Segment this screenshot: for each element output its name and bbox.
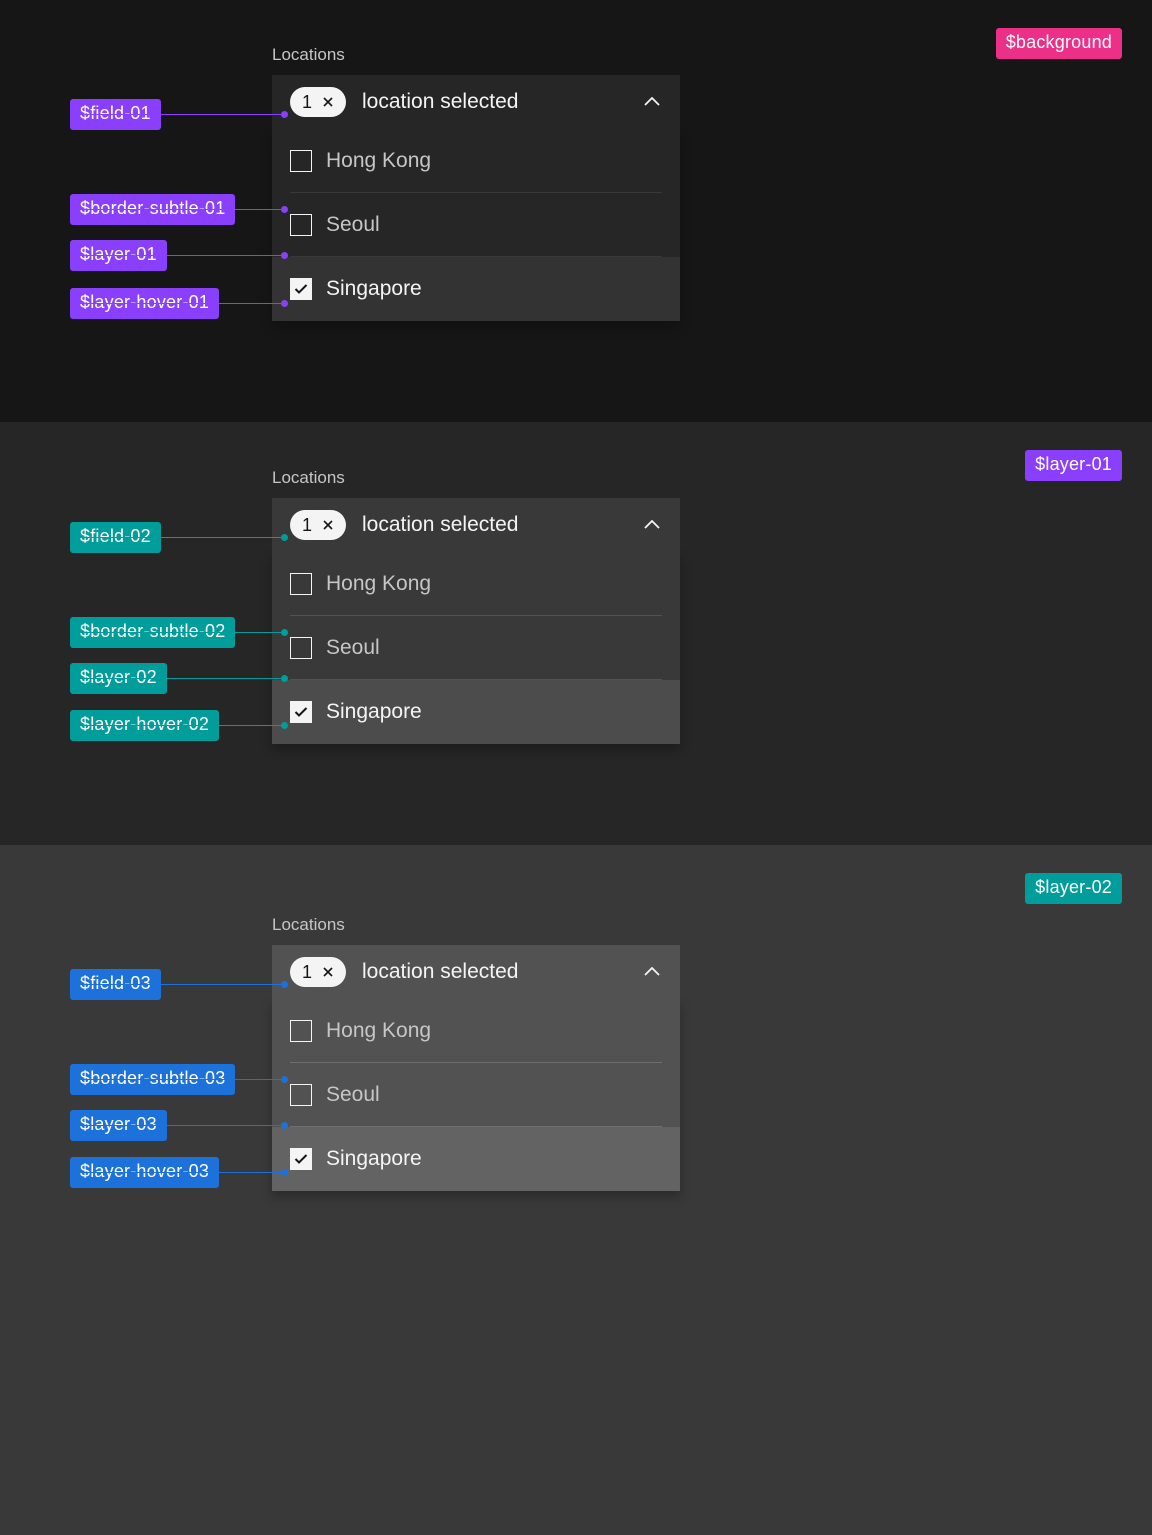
- dropdown-label: Locations: [272, 915, 680, 935]
- list-item-hover[interactable]: Singapore: [272, 257, 680, 321]
- background-token-tag: $background: [996, 28, 1122, 59]
- multiselect-dropdown: Locations 1 location selected Hong Kong …: [272, 915, 680, 1191]
- checkbox-checked-icon[interactable]: [290, 701, 312, 723]
- dropdown-field[interactable]: 1 location selected: [272, 945, 680, 999]
- dot-icon: [281, 981, 288, 988]
- checkbox-checked-icon[interactable]: [290, 1148, 312, 1170]
- list-item[interactable]: Hong Kong: [272, 129, 680, 193]
- dropdown-label: Locations: [272, 468, 680, 488]
- option-label: Seoul: [326, 213, 380, 237]
- dot-icon: [281, 252, 288, 259]
- callout-field: $field-03: [70, 981, 288, 988]
- dot-icon: [281, 1122, 288, 1129]
- option-label: Seoul: [326, 1083, 380, 1107]
- checkbox-icon[interactable]: [290, 1084, 312, 1106]
- close-icon[interactable]: [320, 964, 336, 980]
- close-icon[interactable]: [320, 517, 336, 533]
- selection-count: 1: [302, 962, 312, 983]
- checkbox-icon[interactable]: [290, 214, 312, 236]
- list-item[interactable]: Seoul: [272, 1063, 680, 1127]
- selection-count: 1: [302, 92, 312, 113]
- dot-icon: [281, 675, 288, 682]
- dot-icon: [281, 111, 288, 118]
- dropdown-text: location selected: [362, 90, 642, 114]
- dropdown-text: location selected: [362, 960, 642, 984]
- close-icon[interactable]: [320, 94, 336, 110]
- option-label: Hong Kong: [326, 1019, 431, 1043]
- option-label: Singapore: [326, 277, 422, 301]
- dropdown-text: location selected: [362, 513, 642, 537]
- checkbox-icon[interactable]: [290, 637, 312, 659]
- dropdown-menu: Hong Kong Seoul Singapore: [272, 999, 680, 1191]
- callout-border: $border-subtle-03: [70, 1076, 288, 1083]
- selection-pill[interactable]: 1: [290, 957, 346, 987]
- callout-border: $border-subtle-02: [70, 629, 288, 636]
- option-label: Singapore: [326, 700, 422, 724]
- callout-field: $field-01: [70, 111, 288, 118]
- selection-pill[interactable]: 1: [290, 510, 346, 540]
- dropdown-menu: Hong Kong Seoul Singapore: [272, 552, 680, 744]
- callout-hover: $layer-hover-03: [70, 1169, 288, 1176]
- checkbox-icon[interactable]: [290, 150, 312, 172]
- selection-pill[interactable]: 1: [290, 87, 346, 117]
- dot-icon: [281, 534, 288, 541]
- selection-count: 1: [302, 515, 312, 536]
- layer-01-token-tag: $layer-01: [1025, 450, 1122, 481]
- list-item[interactable]: Hong Kong: [272, 552, 680, 616]
- dropdown-menu: Hong Kong Seoul Singapore: [272, 129, 680, 321]
- section-background: $background Locations 1 location selecte…: [0, 0, 1152, 422]
- dropdown-field[interactable]: 1 location selected: [272, 498, 680, 552]
- dropdown-field[interactable]: 1 location selected: [272, 75, 680, 129]
- section-layer-01: $layer-01 Locations 1 location selected …: [0, 422, 1152, 845]
- checkbox-checked-icon[interactable]: [290, 278, 312, 300]
- section-layer-02: $layer-02 Locations 1 location selected …: [0, 845, 1152, 1535]
- option-label: Hong Kong: [326, 149, 431, 173]
- chevron-up-icon[interactable]: [642, 92, 662, 112]
- checkbox-icon[interactable]: [290, 573, 312, 595]
- list-item[interactable]: Seoul: [272, 616, 680, 680]
- dot-icon: [281, 300, 288, 307]
- callout-hover: $layer-hover-02: [70, 722, 288, 729]
- callout-field: $field-02: [70, 534, 288, 541]
- dot-icon: [281, 1169, 288, 1176]
- callout-layer: $layer-02: [70, 675, 288, 682]
- chevron-up-icon[interactable]: [642, 962, 662, 982]
- checkbox-icon[interactable]: [290, 1020, 312, 1042]
- list-item[interactable]: Hong Kong: [272, 999, 680, 1063]
- dropdown-label: Locations: [272, 45, 680, 65]
- list-item-hover[interactable]: Singapore: [272, 1127, 680, 1191]
- callout-layer: $layer-01: [70, 252, 288, 259]
- option-label: Hong Kong: [326, 572, 431, 596]
- callout-border: $border-subtle-01: [70, 206, 288, 213]
- option-label: Seoul: [326, 636, 380, 660]
- multiselect-dropdown: Locations 1 location selected Hong Kong …: [272, 468, 680, 744]
- multiselect-dropdown: Locations 1 location selected Hong Kong …: [272, 45, 680, 321]
- dot-icon: [281, 1076, 288, 1083]
- dot-icon: [281, 629, 288, 636]
- list-item-hover[interactable]: Singapore: [272, 680, 680, 744]
- option-label: Singapore: [326, 1147, 422, 1171]
- list-item[interactable]: Seoul: [272, 193, 680, 257]
- dot-icon: [281, 722, 288, 729]
- chevron-up-icon[interactable]: [642, 515, 662, 535]
- callout-hover: $layer-hover-01: [70, 300, 288, 307]
- callout-layer: $layer-03: [70, 1122, 288, 1129]
- layer-02-token-tag: $layer-02: [1025, 873, 1122, 904]
- dot-icon: [281, 206, 288, 213]
